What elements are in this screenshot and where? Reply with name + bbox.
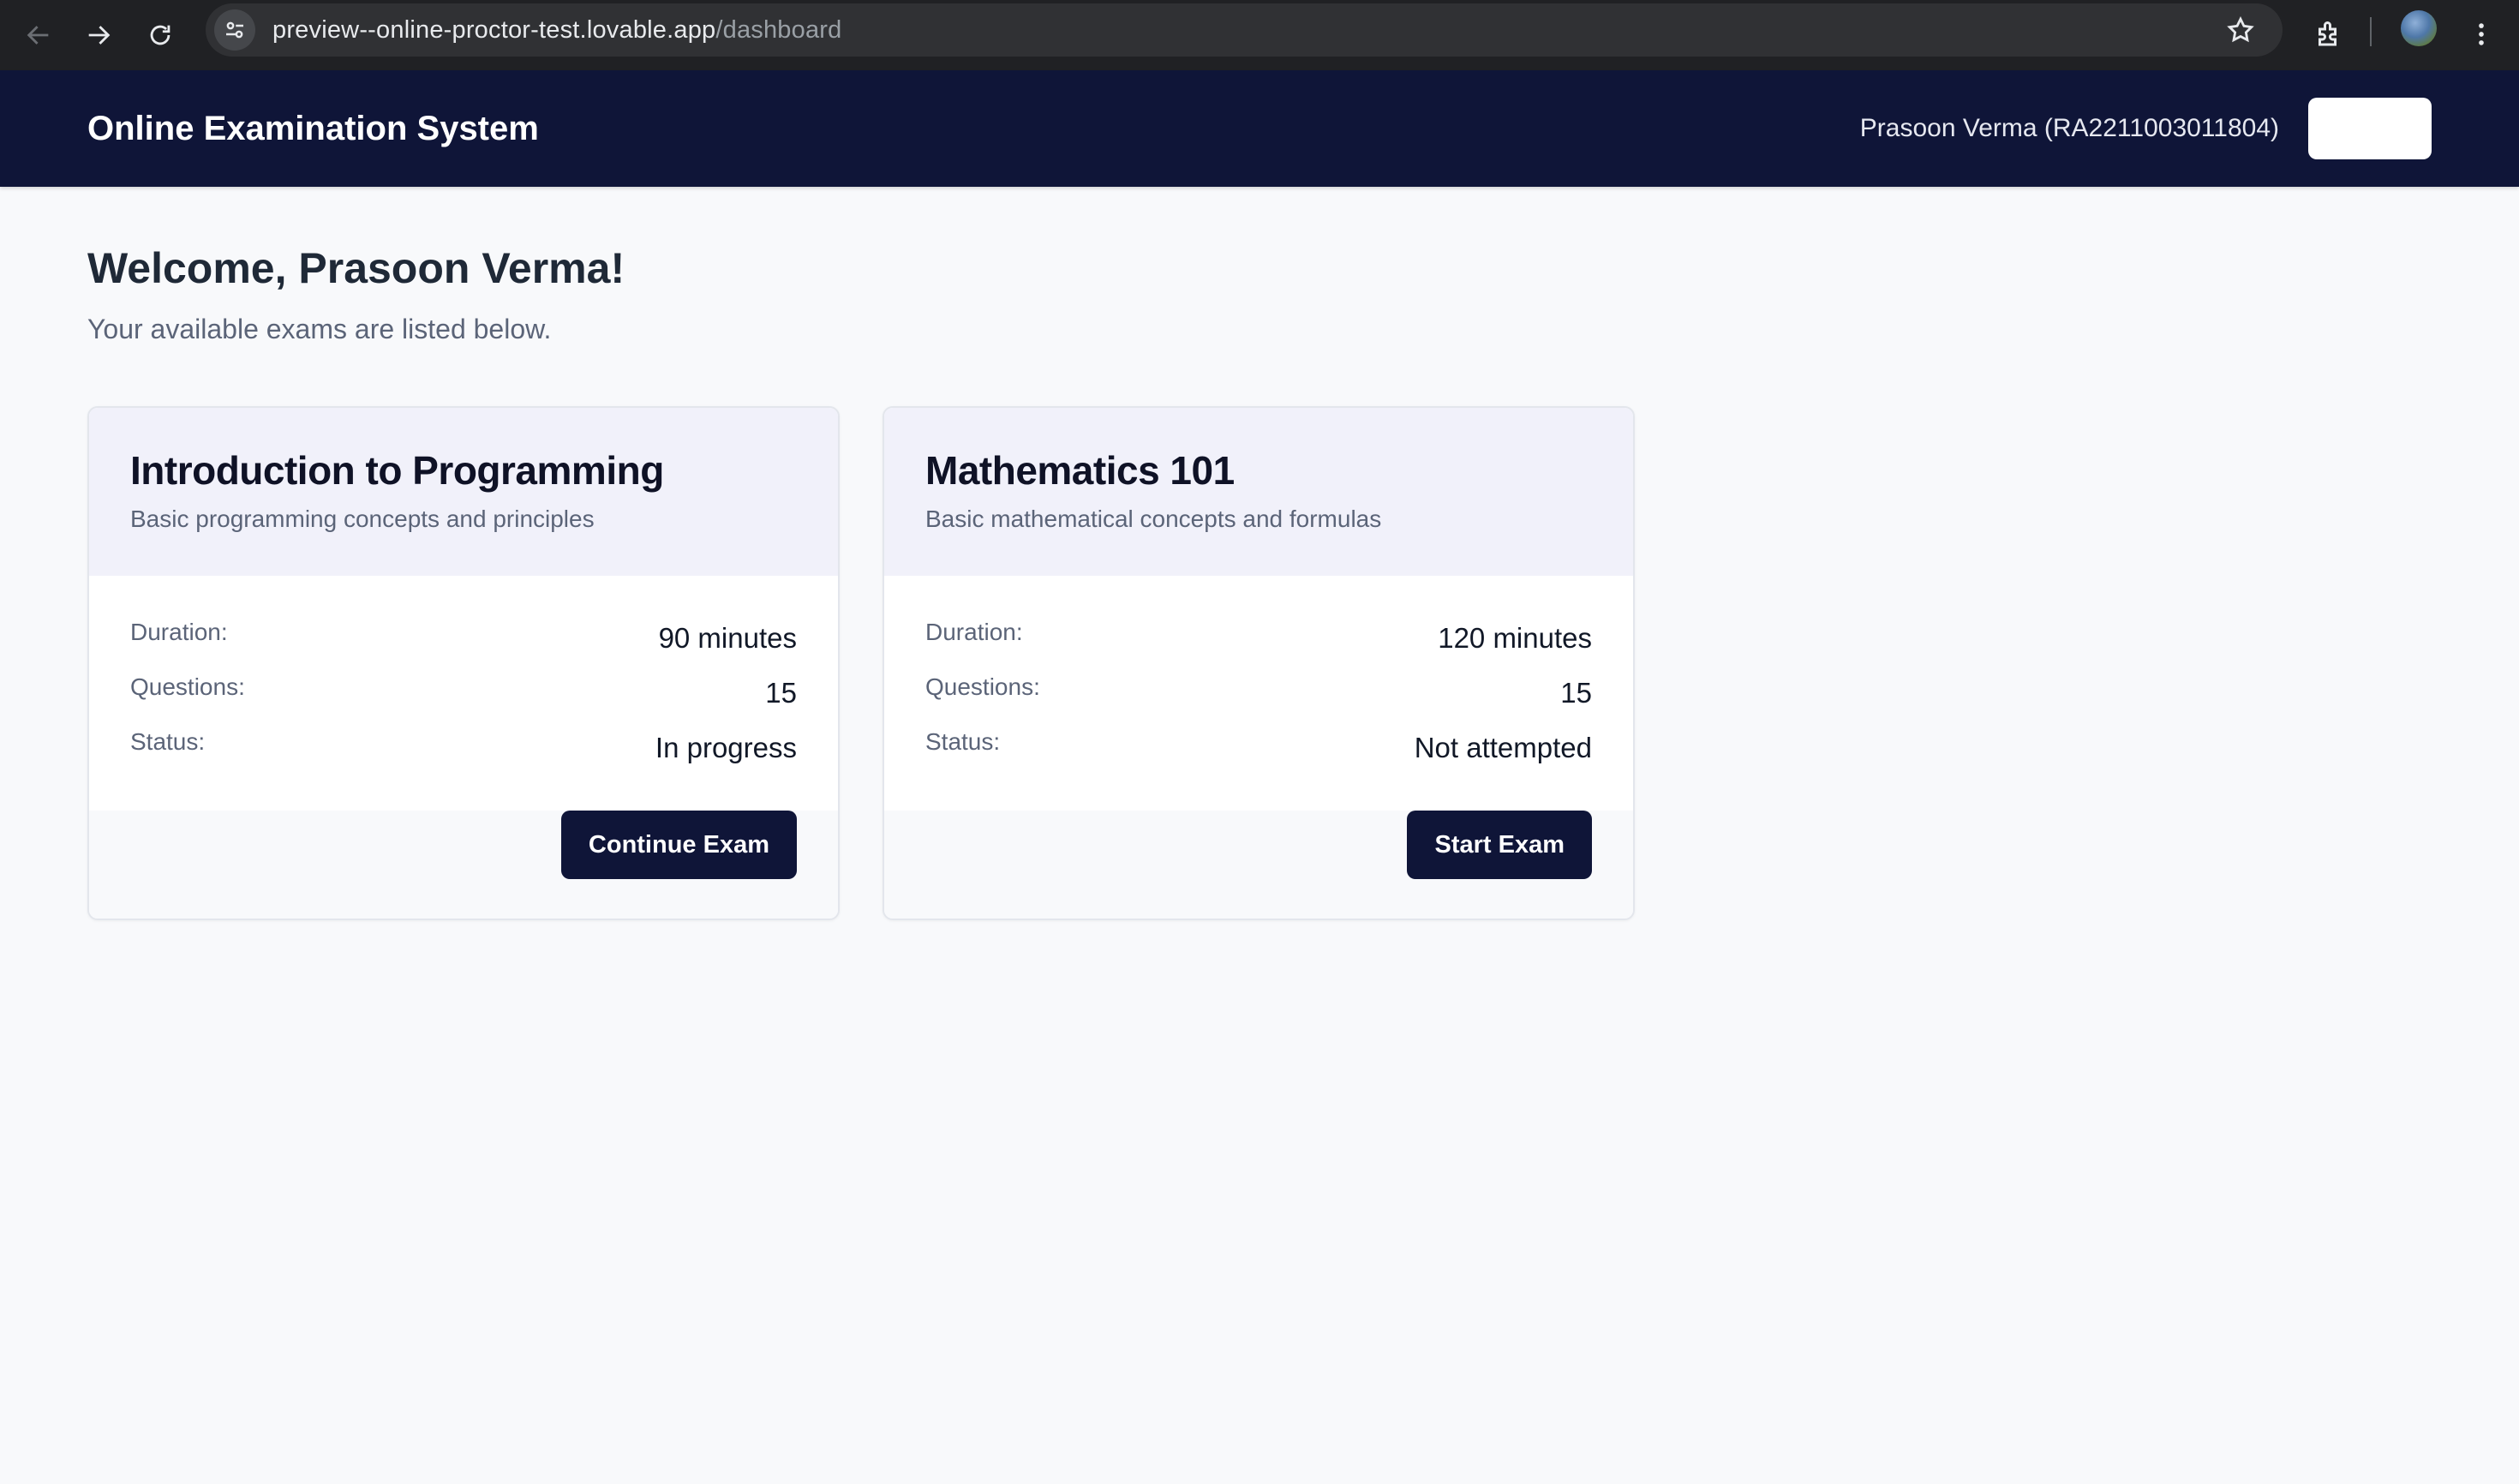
questions-row: Questions: 15 [925, 673, 1592, 716]
exam-title: Mathematics 101 [925, 448, 1235, 493]
questions-label: Questions: [130, 673, 245, 700]
questions-label: Questions: [925, 673, 1040, 700]
bookmark-star-icon[interactable] [2221, 10, 2260, 50]
forward-arrow-icon[interactable] [75, 12, 122, 58]
site-settings-icon[interactable] [214, 9, 255, 51]
start-exam-button[interactable]: Start Exam [1407, 811, 1592, 879]
duration-row: Duration: 90 minutes [130, 619, 797, 661]
exam-card-header: Introduction to Programming Basic progra… [89, 408, 838, 576]
page-subtitle: Your available exams are listed below. [87, 314, 552, 344]
status-row: Status: Not attempted [925, 728, 1592, 771]
exam-card-footer: Continue Exam [89, 811, 838, 919]
user-info: Prasoon Verma (RA2211003011804) [1859, 114, 2279, 142]
status-value: Not attempted [1414, 732, 1592, 763]
duration-label: Duration: [130, 619, 228, 645]
exam-card: Introduction to Programming Basic progra… [87, 406, 840, 920]
duration-value: 90 minutes [658, 622, 797, 654]
address-bar[interactable]: preview--online-proctor-test.lovable.app… [206, 3, 2283, 57]
profile-avatar[interactable] [2401, 10, 2437, 46]
duration-row: Duration: 120 minutes [925, 619, 1592, 661]
logout-button[interactable] [2308, 98, 2432, 159]
page-title: Welcome, Prasoon Verma! [87, 244, 625, 292]
app-header: Online Examination System Prasoon Verma … [0, 70, 2519, 187]
exam-description: Basic mathematical concepts and formulas [925, 506, 1382, 532]
url-text: preview--online-proctor-test.lovable.app… [272, 15, 842, 44]
reload-icon[interactable] [137, 12, 183, 58]
back-arrow-icon[interactable] [15, 12, 62, 58]
app-title: Online Examination System [87, 110, 539, 147]
extensions-puzzle-icon[interactable] [2307, 12, 2351, 57]
toolbar-divider [2370, 17, 2372, 46]
more-vertical-icon[interactable] [2464, 12, 2498, 57]
exam-card: Mathematics 101 Basic mathematical conce… [883, 406, 1635, 920]
status-label: Status: [925, 728, 1001, 755]
exam-title: Introduction to Programming [130, 448, 664, 493]
continue-exam-button[interactable]: Continue Exam [560, 811, 797, 879]
exam-card-footer: Start Exam [884, 811, 1633, 919]
duration-label: Duration: [925, 619, 1023, 645]
status-value: In progress [655, 732, 797, 763]
questions-value: 15 [1560, 677, 1592, 709]
status-label: Status: [130, 728, 206, 755]
duration-value: 120 minutes [1438, 622, 1592, 654]
exam-description: Basic programming concepts and principle… [130, 506, 595, 532]
questions-row: Questions: 15 [130, 673, 797, 716]
exam-card-header: Mathematics 101 Basic mathematical conce… [884, 408, 1633, 576]
status-row: Status: In progress [130, 728, 797, 771]
browser-toolbar: preview--online-proctor-test.lovable.app… [0, 0, 2519, 70]
questions-value: 15 [765, 677, 797, 709]
